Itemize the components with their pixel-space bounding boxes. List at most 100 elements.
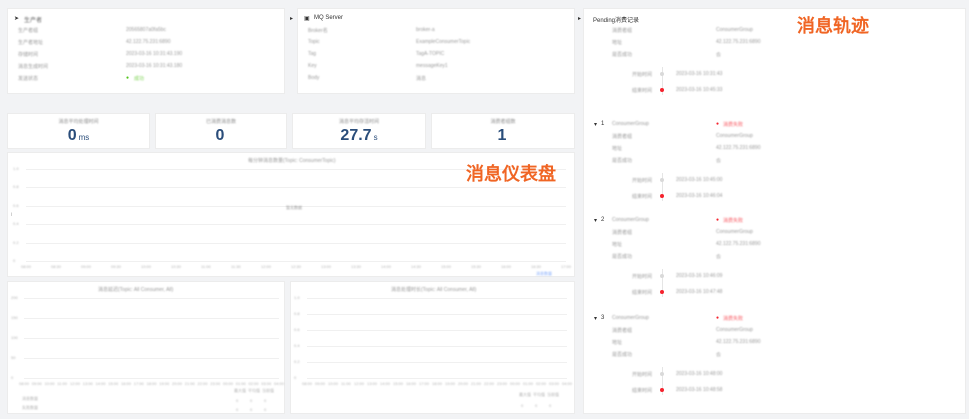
x-tick-label: 01:00 — [235, 381, 246, 386]
trace-ip: 42.122.75.231:6890 — [716, 241, 761, 247]
chart-legend[interactable]: 消息数量 — [536, 271, 552, 277]
expand-icon[interactable]: ▾ — [594, 121, 597, 128]
x-tick-label: 10:00 — [141, 264, 152, 269]
trace-field-label: 消费者组 — [612, 28, 633, 34]
trace-index: 3 — [601, 315, 605, 321]
mq-field-value: TagA-TOPIC — [416, 51, 445, 57]
stat-value: 0 ms — [67, 127, 90, 144]
timeline-time: 2023-03-16 10:47:48 — [676, 289, 723, 295]
x-tick-label: 02:00 — [536, 381, 547, 386]
x-tick-label: 21:00 — [184, 381, 195, 386]
x-tick-label: 09:00 — [31, 381, 42, 386]
producer-field-value: 成功 — [134, 76, 145, 82]
legend-item[interactable]: 消息数量 — [22, 396, 38, 402]
mq-field-value: messageKey1 — [416, 63, 448, 69]
timeline-label: 开始时间 — [632, 274, 653, 280]
x-tick-label: 18:00 — [146, 381, 157, 386]
trace-field-value: ConsumerGroup — [716, 133, 753, 139]
trace-field-label: 消费者组 — [612, 230, 633, 236]
grid-line — [24, 298, 279, 299]
y-tick-label: 1.0 — [294, 295, 300, 300]
legend-item[interactable]: 失败数量 — [22, 405, 38, 411]
x-tick-label: 23:00 — [210, 381, 221, 386]
chart-title: 每分钟消息数量(Topic: ConsumerTopic) — [248, 158, 336, 164]
x-tick-label: 16:00 — [406, 381, 417, 386]
timeline-time: 2023-03-16 10:48:00 — [676, 371, 723, 377]
x-tick-label: 14:00 — [380, 381, 391, 386]
x-tick-label: 12:00 — [354, 381, 365, 386]
expand-icon[interactable]: ▾ — [594, 315, 597, 322]
trace-ip: 42.122.75.231:6890 — [716, 39, 761, 45]
error-icon: ● — [716, 121, 720, 127]
stat-card-avg-alive: 消息平均存活时间 27.7 s — [292, 113, 426, 149]
x-tick-label: 18:00 — [432, 381, 443, 386]
expand-icon[interactable]: ▸ — [290, 15, 293, 22]
overlay-trace-label: 消息轨迹 — [797, 16, 869, 37]
y-tick-label: 0.2 — [294, 359, 300, 364]
timeline-dot — [660, 274, 664, 278]
stat-card-avg-process: 消息平均处理时间 0 ms — [7, 113, 150, 149]
legend-stat-value: 0 — [535, 403, 538, 408]
x-tick-label: 00:00 — [510, 381, 521, 386]
x-tick-label: 14:00 — [381, 264, 392, 269]
timeline-dot — [660, 178, 664, 182]
x-tick-label: 22:00 — [197, 381, 208, 386]
trace-result: 否 — [716, 158, 722, 164]
producer-field-value: 42.122.75.231:6890 — [126, 39, 171, 45]
producer-field-label: 发送状态 — [18, 76, 39, 82]
legend-stat-value: 0 — [264, 398, 267, 403]
trace-ip: 42.122.75.231:6890 — [716, 339, 761, 345]
x-tick-label: 19:00 — [159, 381, 170, 386]
x-tick-label: 11:00 — [57, 381, 67, 386]
trace-field-label: 地址 — [612, 146, 623, 152]
legend-stat-header: 当前值 — [262, 388, 274, 393]
legend-stat-value: 0 — [264, 407, 267, 412]
timeline-label: 结束时间 — [632, 88, 653, 94]
x-tick-label: 20:00 — [172, 381, 183, 386]
message-latency-chart: 消息延迟(Topic: All Consumer, All) 200 150 100… — [7, 281, 285, 414]
x-tick-label: 03:00 — [549, 381, 560, 386]
producer-title: 生产者 — [24, 18, 43, 24]
error-icon: ● — [716, 315, 720, 321]
grid-line — [24, 358, 279, 359]
y-axis-label: | — [11, 211, 13, 216]
y-tick-label: 0.4 — [294, 343, 300, 348]
expand-icon[interactable]: ▾ — [594, 217, 597, 224]
trace-index: 1 — [601, 121, 605, 127]
no-data-label: 暂无数据 — [286, 205, 302, 210]
consumer-group-name: ConsumerGroup — [612, 315, 649, 321]
grid-line — [307, 346, 567, 347]
y-tick-label: 0.4 — [13, 221, 19, 227]
trace-field-value: ConsumerGroup — [716, 327, 753, 333]
mq-server-panel: ▸ ▣ MQ Server Broker名 broker-a Topic Exampl… — [290, 8, 575, 94]
producer-field-label: 存储时间 — [18, 52, 39, 58]
consumer-group-name: ConsumerGroup — [612, 217, 649, 223]
x-tick-label: 11:00 — [341, 381, 351, 386]
trace-field-label: 地址 — [612, 242, 623, 248]
x-tick-label: 13:00 — [367, 381, 378, 386]
grid-line — [307, 314, 567, 315]
x-tick-label: 10:30 — [171, 264, 182, 269]
stat-value: 27.7 s — [340, 127, 378, 144]
y-tick-label: 0.2 — [13, 239, 19, 245]
producer-field-value: 2023-03-16 10:31:43.190 — [126, 51, 183, 57]
x-tick-label: 11:00 — [201, 264, 211, 269]
x-tick-label: 13:30 — [351, 264, 362, 269]
timeline-time: 2023-03-16 10:46:09 — [676, 273, 723, 279]
legend-stat-value: 0 — [549, 403, 552, 408]
legend-stat-value: 0 — [250, 407, 253, 412]
timeline-time: 2023-03-16 10:48:58 — [676, 387, 723, 393]
collapse-icon[interactable]: ▸ — [578, 15, 581, 22]
timeline-label: 开始时间 — [632, 372, 653, 378]
x-tick-label: 15:00 — [108, 381, 119, 386]
legend-stat-header: 平均值 — [248, 388, 260, 393]
x-tick-label: 16:00 — [501, 264, 512, 269]
y-tick-label: 0 — [11, 375, 14, 380]
x-tick-label: 10:00 — [44, 381, 55, 386]
x-tick-label: 08:30 — [51, 264, 62, 269]
x-tick-label: 21:00 — [471, 381, 482, 386]
grid-line — [24, 338, 279, 339]
y-tick-label: 100 — [11, 335, 18, 340]
legend-stat-value: 0 — [236, 398, 239, 403]
status-badge: 消费失败 — [723, 122, 744, 128]
